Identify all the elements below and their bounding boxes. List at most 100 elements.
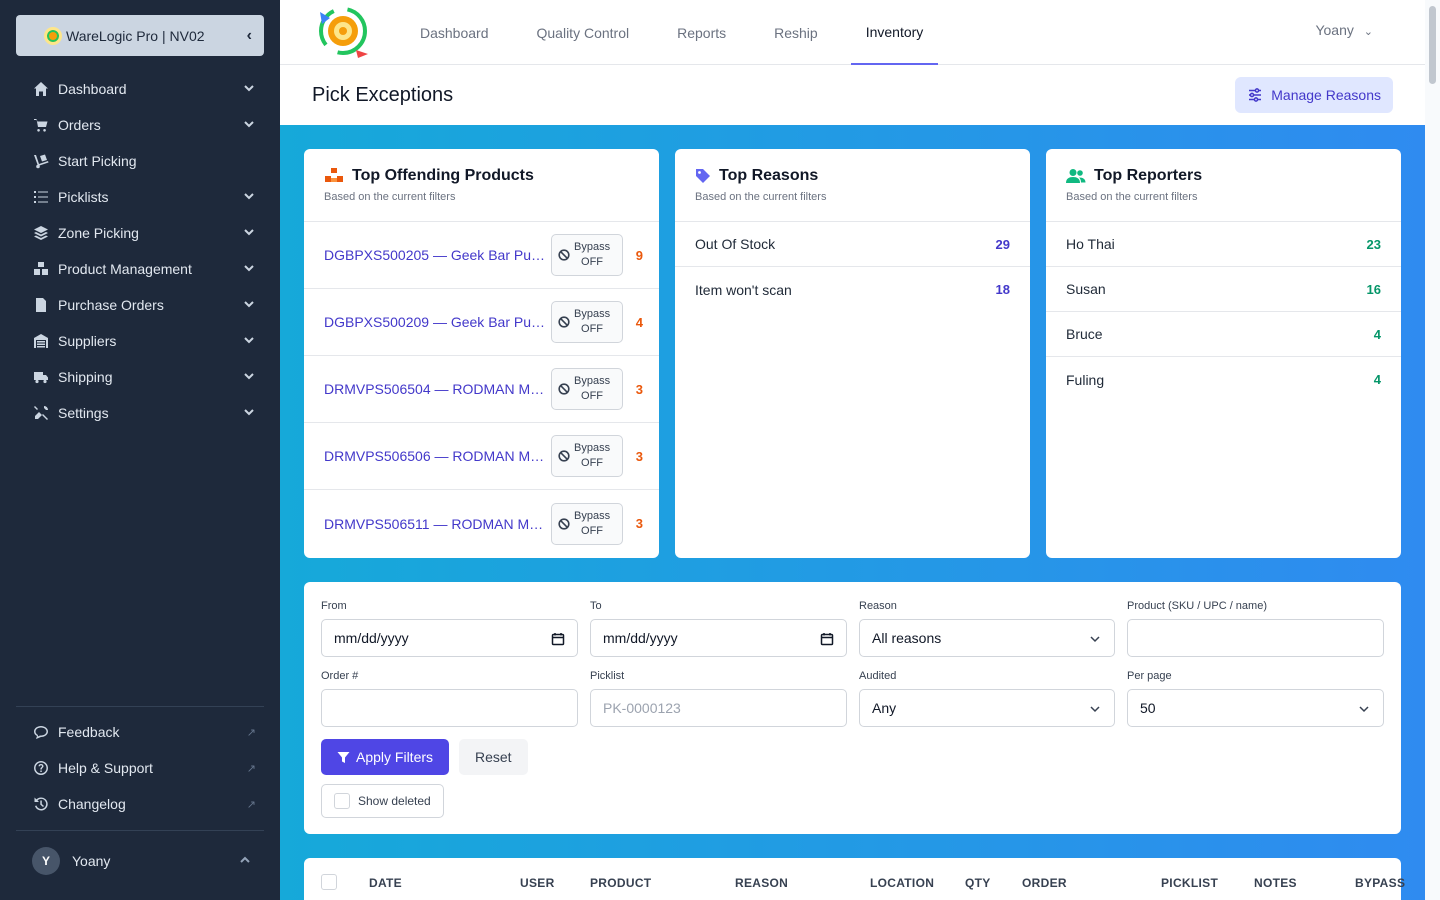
show-deleted-toggle[interactable]: Show deleted [321, 784, 444, 818]
card-title: Top Reporters [1094, 167, 1203, 184]
select-all-checkbox[interactable] [321, 874, 337, 890]
tab-reship[interactable]: Reship [759, 0, 833, 65]
order-input[interactable] [321, 689, 578, 727]
sidebar-item-label: Purchase Orders [58, 297, 164, 313]
product-link[interactable]: DRMVPS506504 — RODMAN MV 40000 Puffs [324, 381, 547, 397]
sidebar-item-changelog[interactable]: Changelog ↗ [16, 786, 264, 822]
product-link[interactable]: DGBPXS500209 — Geek Bar Pulse X 25000 Pu… [324, 314, 547, 330]
chevron-down-icon[interactable] [242, 297, 256, 314]
bypass-toggle-button[interactable]: Bypass OFF [551, 234, 623, 276]
sidebar-footer: Feedback ↗ Help & Support ↗ Changelog ↗ [16, 714, 264, 822]
card-subtitle: Based on the current filters [695, 191, 827, 203]
sidebar-item-orders[interactable]: Orders [16, 107, 264, 143]
sliders-icon [1249, 88, 1262, 102]
show-deleted-checkbox[interactable] [334, 793, 350, 809]
tab-dashboard[interactable]: Dashboard [405, 0, 504, 65]
dolly-icon [32, 152, 50, 170]
product-link[interactable]: DGBPXS500205 — Geek Bar Pulse X 25000 Pu… [324, 247, 547, 263]
calendar-icon[interactable] [820, 632, 834, 646]
card-subtitle: Based on the current filters [1066, 191, 1198, 203]
chevron-down-icon[interactable] [242, 369, 256, 386]
users-icon [1066, 169, 1086, 183]
sidebar-item-picklists[interactable]: Picklists [16, 179, 264, 215]
tab-reports[interactable]: Reports [662, 0, 741, 65]
scrollbar-thumb[interactable] [1429, 6, 1436, 84]
chevron-down-icon[interactable] [242, 261, 256, 278]
chevron-up-icon[interactable] [238, 853, 252, 870]
per-page-select[interactable]: 50 [1127, 689, 1384, 727]
chevron-left-icon[interactable]: ‹ [247, 27, 252, 45]
reason-select[interactable]: All reasons [859, 619, 1115, 657]
column-header-date[interactable]: DATE [369, 876, 402, 890]
column-header-qty[interactable]: QTY [965, 876, 991, 890]
sidebar-item-zone-picking[interactable]: Zone Picking [16, 215, 264, 251]
from-date-input[interactable]: mm/dd/yyyy [321, 619, 578, 657]
chevron-down-icon[interactable] [242, 81, 256, 98]
chevron-down-icon[interactable] [242, 117, 256, 134]
sidebar-item-help[interactable]: Help & Support ↗ [16, 750, 264, 786]
product-link[interactable]: DRMVPS506506 — RODMAN MV 40000 Puffs [324, 448, 547, 464]
column-header-user[interactable]: USER [520, 876, 555, 890]
reset-button[interactable]: Reset [459, 739, 528, 775]
product-link[interactable]: DRMVPS506511 — RODMAN MV 40000 Puffs [324, 516, 547, 532]
reason-row: Out Of Stock 29 [675, 222, 1030, 267]
sidebar-item-suppliers[interactable]: Suppliers [16, 323, 264, 359]
chevron-down-icon[interactable] [242, 333, 256, 350]
picklist-input[interactable]: PK-0000123 [590, 689, 847, 727]
column-header-bypass[interactable]: BYPASS [1355, 876, 1405, 890]
column-header-reason[interactable]: REASON [735, 876, 788, 890]
card-subtitle: Based on the current filters [324, 191, 456, 203]
to-date-value: mm/dd/yyyy [603, 630, 678, 646]
apply-filters-button[interactable]: Apply Filters [321, 739, 450, 775]
column-header-product[interactable]: PRODUCT [590, 876, 651, 890]
comment-icon [32, 723, 50, 741]
audited-label: Audited [859, 670, 897, 682]
question-icon [32, 759, 50, 777]
reason-select-value: All reasons [872, 630, 942, 646]
page-header: Pick Exceptions Manage Reasons [280, 65, 1425, 125]
calendar-icon[interactable] [551, 632, 565, 646]
column-header-notes[interactable]: NOTES [1254, 876, 1297, 890]
sidebar-item-dashboard[interactable]: Dashboard [16, 71, 264, 107]
sidebar-item-settings[interactable]: Settings [16, 395, 264, 431]
page-title: Pick Exceptions [312, 84, 454, 106]
manage-reasons-label: Manage Reasons [1271, 87, 1381, 103]
reporter-count: 16 [1366, 281, 1381, 297]
sidebar-item-feedback[interactable]: Feedback ↗ [16, 714, 264, 750]
sidebar-item-label: Suppliers [58, 333, 117, 349]
boxes-icon [325, 168, 343, 182]
audited-select[interactable]: Any [859, 689, 1115, 727]
sidebar-item-product-management[interactable]: Product Management [16, 251, 264, 287]
tab-inventory[interactable]: Inventory [850, 0, 939, 65]
cart-icon [32, 116, 50, 134]
sidebar-item-start-picking[interactable]: Start Picking [16, 143, 264, 179]
manage-reasons-button[interactable]: Manage Reasons [1235, 77, 1393, 113]
brand-switcher[interactable]: WareLogic Pro | NV02 ‹ [16, 15, 264, 56]
page-scrollbar[interactable] [1425, 0, 1440, 900]
bypass-toggle-button[interactable]: Bypass OFF [551, 368, 623, 410]
sidebar-user-menu[interactable]: Y Yoany [16, 843, 264, 879]
column-header-order[interactable]: ORDER [1022, 876, 1067, 890]
sidebar-item-purchase-orders[interactable]: Purchase Orders [16, 287, 264, 323]
bypass-toggle-button[interactable]: Bypass OFF [551, 301, 623, 343]
bypass-toggle-button[interactable]: Bypass OFF [551, 502, 623, 545]
product-row: DGBPXS500205 — Geek Bar Pulse X 25000 Pu… [304, 222, 659, 289]
column-header-location[interactable]: LOCATION [870, 876, 934, 890]
chevron-down-icon[interactable] [242, 405, 256, 422]
sidebar-item-label: Start Picking [58, 153, 137, 169]
to-label: To [590, 600, 602, 612]
product-filter-input[interactable] [1127, 619, 1384, 657]
reason-count: 29 [995, 236, 1010, 252]
card-title: Top Reasons [719, 167, 819, 184]
tab-quality-control[interactable]: Quality Control [522, 0, 645, 65]
card-title: Top Offending Products [352, 167, 534, 184]
chevron-down-icon[interactable] [242, 225, 256, 242]
sidebar-item-shipping[interactable]: Shipping [16, 359, 264, 395]
product-count: 4 [635, 314, 643, 330]
top-user-menu[interactable]: Yoany ⌄ [1315, 22, 1373, 38]
chevron-down-icon[interactable] [242, 189, 256, 206]
column-header-picklist[interactable]: PICKLIST [1161, 876, 1218, 890]
bypass-toggle-button[interactable]: Bypass OFF [551, 435, 623, 477]
tag-icon [696, 169, 710, 183]
to-date-input[interactable]: mm/dd/yyyy [590, 619, 847, 657]
